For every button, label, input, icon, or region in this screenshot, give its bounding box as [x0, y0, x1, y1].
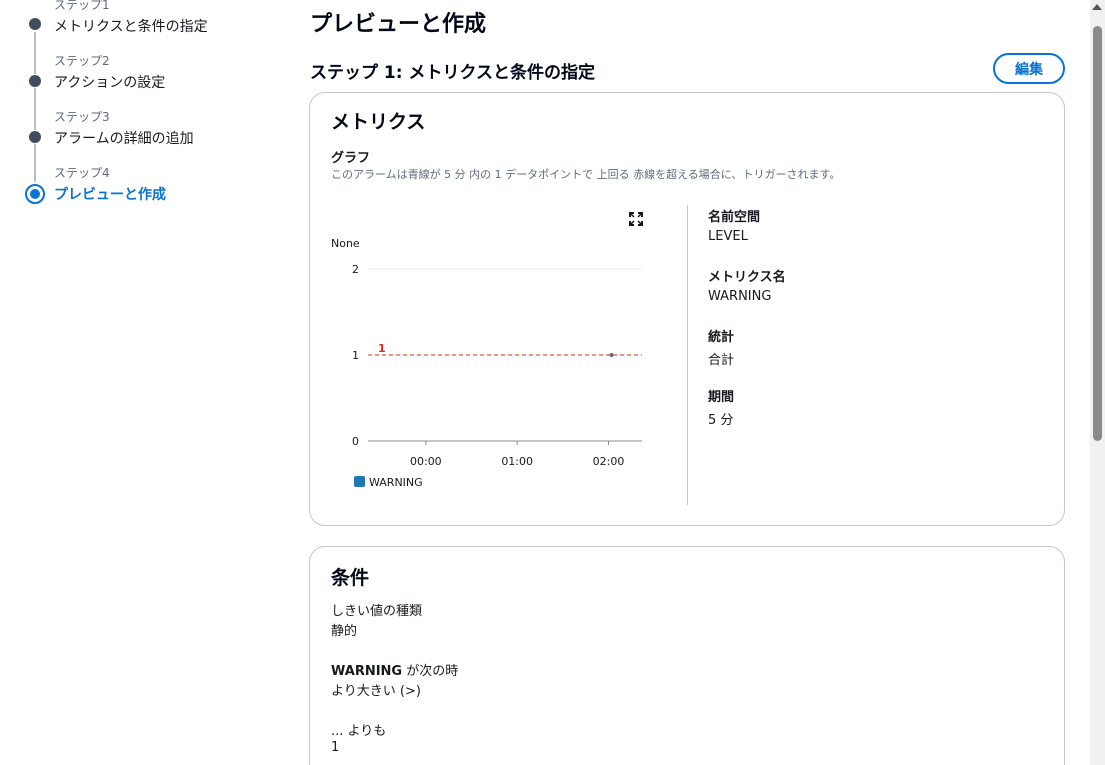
x-tick-label: 02:00	[593, 455, 625, 468]
step-label: プレビューと作成	[54, 187, 166, 203]
legend-swatch	[354, 476, 365, 487]
step-number: ステップ2	[54, 54, 110, 68]
step-label-link[interactable]: アラームの詳細の追加	[54, 128, 194, 148]
step-label-link[interactable]: メトリクスと条件の指定	[54, 16, 208, 36]
vertical-divider	[687, 205, 688, 505]
when-condition-value: より大きい (>)	[331, 684, 421, 699]
scrollbar-thumb[interactable]	[1093, 26, 1102, 441]
chart-unit-label: None	[331, 237, 360, 250]
when-metric-name: WARNING	[331, 664, 403, 679]
y-tick-label: 0	[352, 435, 359, 448]
data-point	[609, 353, 614, 357]
step-indicator-icon	[29, 18, 41, 30]
step-label-link[interactable]: アクションの設定	[54, 72, 165, 92]
than-value: 1	[331, 740, 340, 755]
threshold-type-value: 静的	[331, 624, 358, 639]
conditions-card-title: 条件	[331, 567, 370, 589]
detail-statistic: 統計 合計	[708, 326, 734, 368]
metrics-card: メトリクス グラフ このアラームは青線が 5 分 内の 1 データポイントで 上…	[309, 92, 1065, 526]
step-number: ステップ1	[54, 0, 110, 12]
detail-value: LEVEL	[708, 229, 748, 244]
detail-value: WARNING	[708, 289, 772, 304]
legend-item-warning: WARNING	[369, 476, 423, 489]
step-indicator-icon	[29, 131, 41, 143]
detail-value: 5 分	[708, 413, 734, 428]
detail-metric-name: メトリクス名 WARNING	[708, 266, 786, 304]
edit-button[interactable]: 編集	[993, 53, 1065, 84]
step-number: ステップ3	[54, 110, 110, 124]
metric-chart: None 0 1 2 00:00 01:00 02:00 1 WARNING	[331, 237, 642, 489]
step-connector	[34, 32, 36, 74]
y-tick-label: 2	[352, 263, 359, 276]
conditions-card: 条件 しきい値の種類 静的 WARNING が次の時 より大きい (>) ...…	[309, 546, 1065, 765]
scroll-up-arrow-icon[interactable]	[1092, 4, 1102, 10]
step-indicator-icon	[29, 75, 41, 87]
when-suffix: が次の時	[402, 664, 459, 679]
wizard-steps-nav: ステップ1 メトリクスと条件の指定 ステップ2 アクションの設定 ステップ3 ア…	[0, 0, 300, 765]
step-connector	[34, 88, 36, 130]
than-label: ... よりも	[331, 724, 387, 739]
detail-value: 合計	[708, 353, 735, 368]
x-tick-label: 01:00	[501, 455, 533, 468]
x-tick-label: 00:00	[410, 455, 442, 468]
detail-key: メトリクス名	[708, 270, 786, 285]
current-step-indicator-icon	[25, 184, 45, 204]
detail-key: 名前空間	[708, 210, 761, 225]
detail-key: 統計	[708, 330, 735, 345]
section-title: ステップ 1: メトリクスと条件の指定	[310, 63, 595, 83]
x-axis: 00:00 01:00 02:00	[410, 441, 624, 468]
page-title: プレビューと作成	[310, 12, 487, 37]
chart-legend: WARNING	[354, 476, 423, 489]
threshold-label: 1	[378, 342, 386, 355]
detail-period: 期間 5 分	[708, 386, 734, 428]
detail-namespace: 名前空間 LEVEL	[708, 206, 760, 244]
y-tick-label: 1	[352, 349, 359, 362]
step-connector	[34, 144, 36, 182]
threshold-type-label: しきい値の種類	[331, 604, 423, 619]
when-condition-label: WARNING が次の時	[331, 660, 458, 679]
detail-key: 期間	[708, 390, 735, 405]
step-number: ステップ4	[54, 166, 110, 180]
